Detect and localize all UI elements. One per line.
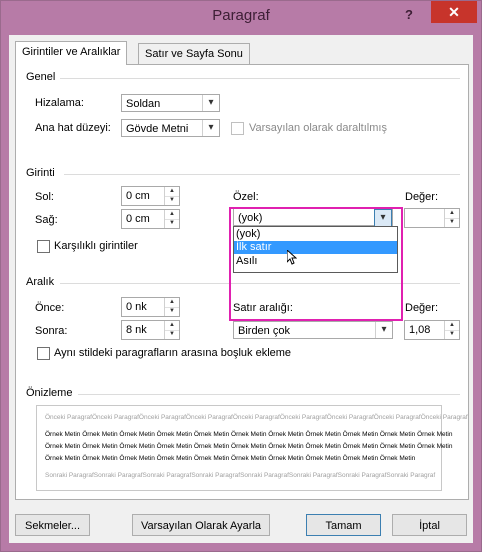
spin-down-icon[interactable]: ▼	[445, 330, 459, 339]
set-as-default-button[interactable]: Varsayılan Olarak Ayarla	[132, 514, 270, 536]
by-label: Değer:	[405, 191, 439, 203]
line-spacing-select[interactable]: Birden çok ▾	[233, 321, 393, 339]
mirror-indents-label: Karşılıklı girintiler	[54, 240, 138, 252]
cancel-button[interactable]: İptal	[392, 514, 467, 536]
alignment-label: Hizalama:	[35, 97, 84, 109]
preview-next-paragraph: Sonraki ParagrafSonraki ParagrafSonraki …	[45, 472, 436, 479]
spin-down-icon[interactable]: ▼	[165, 307, 179, 316]
spin-down-icon[interactable]: ▼	[165, 196, 179, 205]
same-style-label: Aynı stildeki paragrafların arasına boşl…	[54, 347, 292, 359]
indent-right-label: Sağ:	[35, 214, 58, 226]
indent-left-spinner[interactable]: 0 cm ▲ ▼	[121, 186, 180, 206]
alignment-select[interactable]: Soldan ▾	[121, 94, 220, 112]
tab-indents-spacing[interactable]: Girintiler ve Aralıklar	[15, 41, 128, 65]
mouse-cursor-icon	[287, 250, 297, 265]
outline-level-select[interactable]: Gövde Metni ▾	[121, 119, 220, 137]
line-spacing-at-spinner[interactable]: 1,08 ▲ ▼	[404, 320, 460, 340]
by-spinner[interactable]: ▲ ▼	[404, 208, 460, 228]
tabs-button[interactable]: Sekmeler...	[15, 514, 90, 536]
close-button[interactable]: ✕	[431, 1, 477, 23]
group-indent-heading: Girinti	[26, 167, 55, 179]
outline-level-value: Gövde Metni	[126, 123, 189, 135]
preview-previous-paragraph: Önceki ParagrafÖnceki ParagrafÖnceki Par…	[45, 414, 468, 421]
alignment-value: Soldan	[126, 98, 161, 110]
spacing-before-label: Önce:	[35, 302, 65, 314]
indent-left-label: Sol:	[35, 191, 54, 203]
preview-sample-line: Örnek Metin Örnek Metin Örnek Metin Örne…	[45, 443, 453, 450]
tab-panel: Genel Hizalama: Soldan ▾ Ana hat düzeyi:…	[15, 64, 469, 500]
special-option-hanging[interactable]: Asılı	[234, 255, 397, 268]
indent-left-value: 0 cm	[126, 190, 150, 202]
indent-right-spinner[interactable]: 0 cm ▲ ▼	[121, 209, 180, 229]
spin-down-icon[interactable]: ▼	[445, 218, 459, 227]
help-button[interactable]: ?	[397, 4, 421, 26]
special-label: Özel:	[233, 191, 259, 203]
spacing-after-value: 8 nk	[126, 324, 147, 336]
ok-button[interactable]: Tamam	[306, 514, 381, 536]
special-dropdown-list: (yok) İlk satır Asılı	[233, 226, 398, 273]
group-divider	[64, 174, 460, 175]
group-divider	[60, 78, 460, 79]
spacing-before-value: 0 nk	[126, 301, 147, 313]
preview-sample-line: Örnek Metin Örnek Metin Örnek Metin Örne…	[45, 455, 416, 462]
indent-right-value: 0 cm	[126, 213, 150, 225]
group-spacing-heading: Aralık	[26, 276, 55, 288]
spin-down-icon[interactable]: ▼	[165, 330, 179, 339]
tab-line-page-breaks[interactable]: Satır ve Sayfa Sonu	[138, 43, 250, 65]
spin-down-icon[interactable]: ▼	[165, 219, 179, 228]
outline-level-label: Ana hat düzeyi:	[35, 122, 111, 134]
chevron-down-icon: ▾	[375, 322, 392, 338]
collapsed-label: Varsayılan olarak daraltılmış	[249, 122, 387, 134]
line-spacing-value: Birden çok	[238, 325, 290, 337]
spacing-after-label: Sonra:	[35, 325, 68, 337]
special-option-none[interactable]: (yok)	[234, 228, 397, 241]
line-spacing-at-value: 1,08	[409, 324, 431, 336]
special-option-first-line[interactable]: İlk satır	[234, 241, 397, 254]
chevron-down-icon: ▾	[202, 120, 219, 136]
chevron-down-icon: ▾	[202, 95, 219, 111]
spacing-before-spinner[interactable]: 0 nk ▲ ▼	[121, 297, 180, 317]
preview-box: Önceki ParagrafÖnceki ParagrafÖnceki Par…	[36, 405, 468, 491]
group-preview-heading: Önizleme	[26, 387, 73, 399]
group-divider	[78, 394, 460, 395]
group-general-heading: Genel	[26, 71, 56, 83]
preview-sample-line: Örnek Metin Örnek Metin Örnek Metin Örne…	[45, 431, 453, 438]
collapsed-checkbox[interactable]	[231, 122, 244, 135]
dialog-client: Girintiler ve Aralıklar Satır ve Sayfa S…	[9, 35, 473, 543]
same-style-checkbox[interactable]	[37, 347, 50, 360]
title-bar[interactable]: Paragraf ? ✕	[1, 1, 481, 35]
dialog-window: Paragraf ? ✕ Girintiler ve Aralıklar Sat…	[0, 0, 482, 552]
line-spacing-at-label: Değer:	[405, 302, 439, 314]
mirror-indents-checkbox[interactable]	[37, 240, 50, 253]
spacing-after-spinner[interactable]: 8 nk ▲ ▼	[121, 320, 180, 340]
